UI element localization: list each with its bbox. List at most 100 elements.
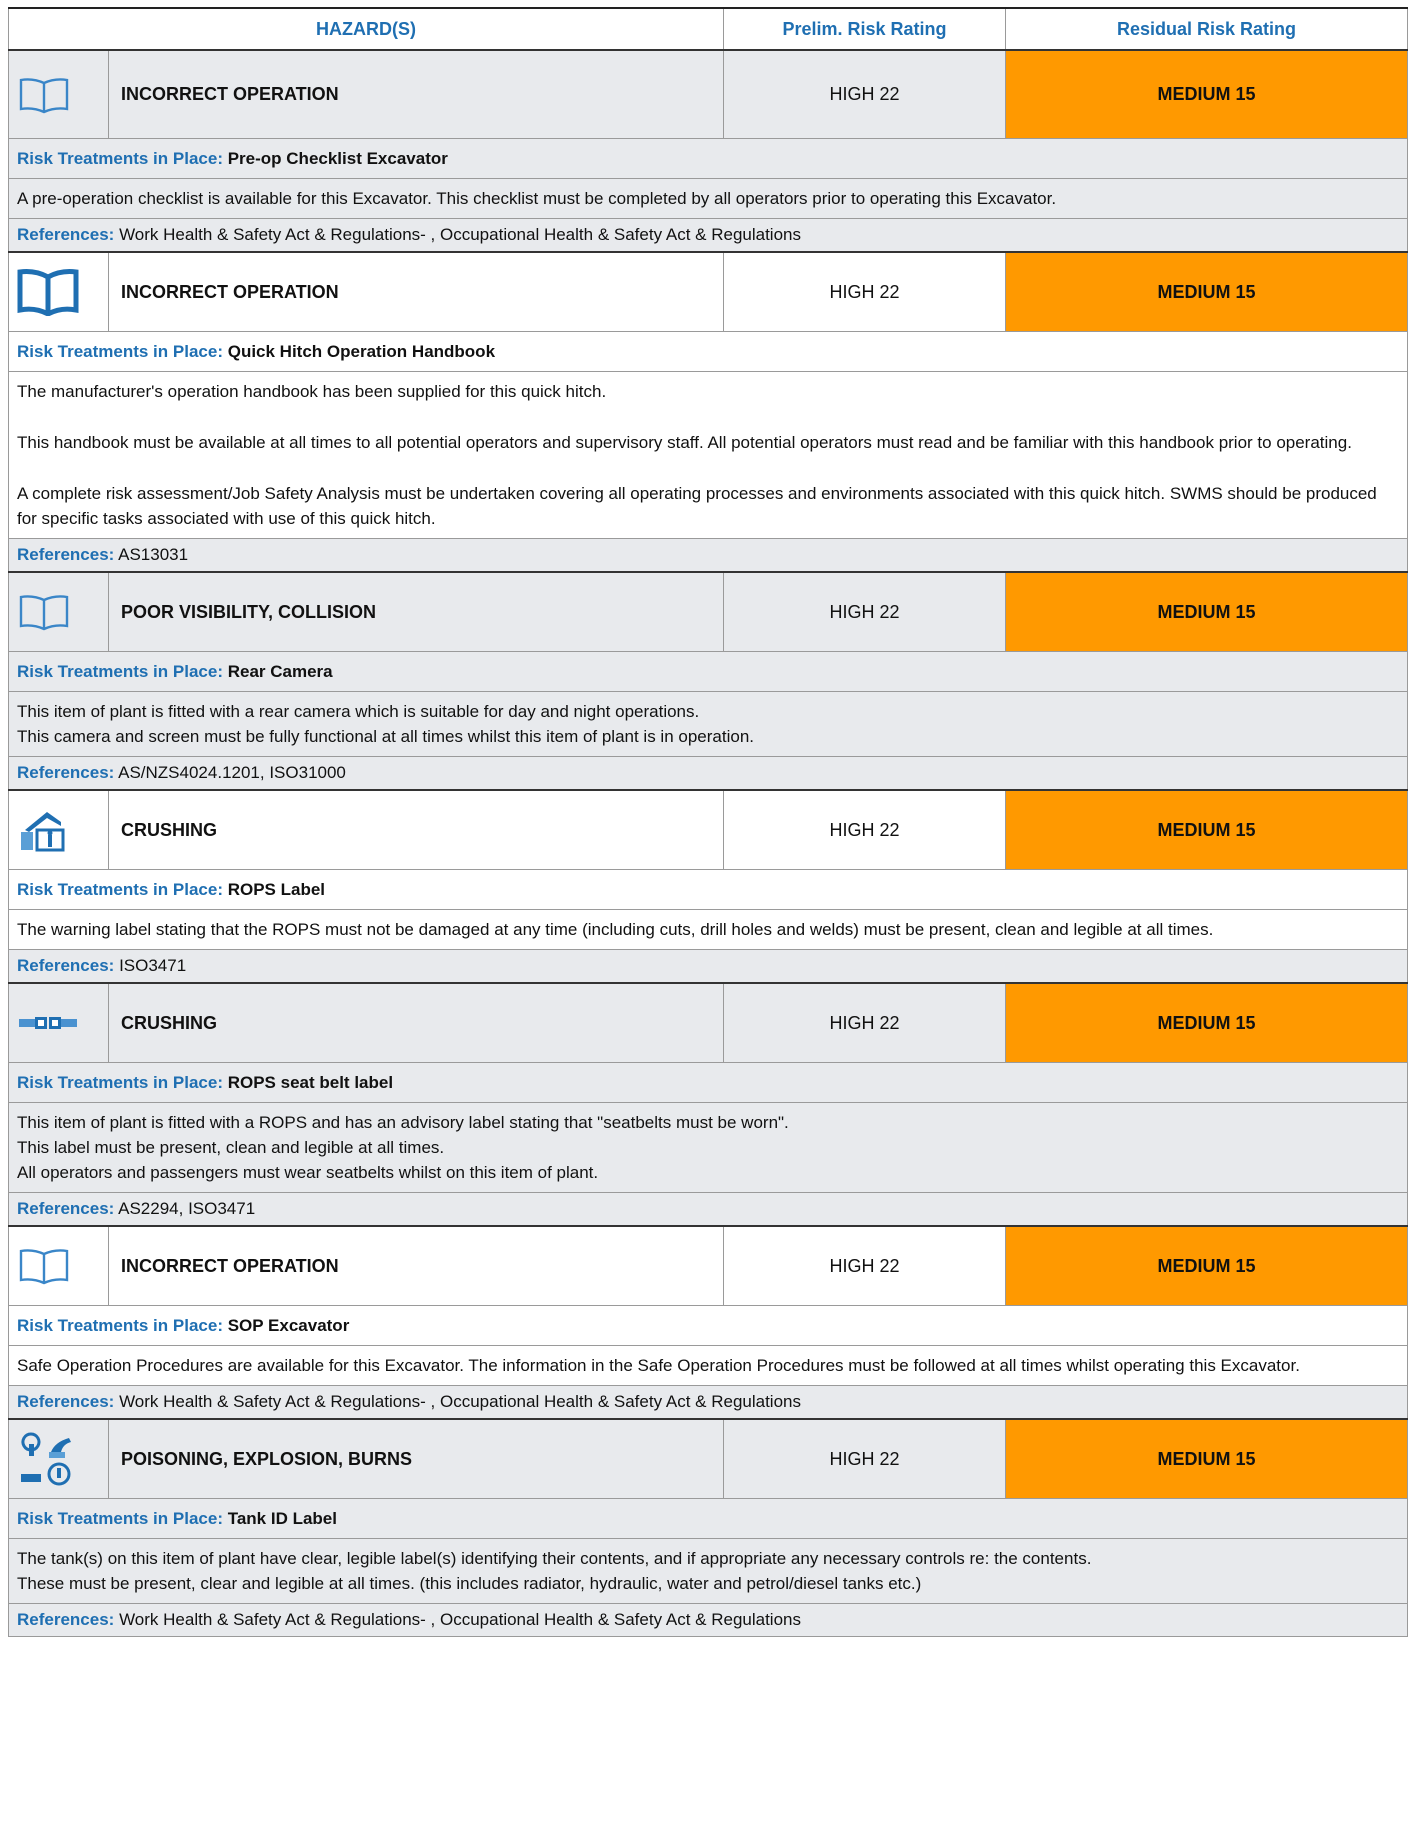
references-label: References:: [17, 225, 115, 244]
treatment-cell: Risk Treatments in Place: ROPS Label: [7, 869, 1408, 910]
treatment-row: Risk Treatments in Place: ROPS seat belt…: [7, 1062, 1408, 1103]
treatment-row: Risk Treatments in Place: Pre-op Checkli…: [7, 138, 1408, 179]
risk-register: HAZARD(S) Prelim. Risk Rating Residual R…: [7, 7, 1408, 1637]
hazard-name: INCORRECT OPERATION: [107, 251, 725, 332]
prelim-rating: HIGH 22: [723, 1418, 1007, 1499]
treatment-cell: Risk Treatments in Place: Tank ID Label: [7, 1498, 1408, 1539]
references-cell: References: Work Health & Safety Act & R…: [7, 1603, 1408, 1637]
references-cell: References: Work Health & Safety Act & R…: [7, 218, 1408, 253]
rops-label-icon: [17, 808, 108, 852]
hazard-name: CRUSHING: [107, 982, 725, 1063]
header-prelim-rating: Prelim. Risk Rating: [723, 7, 1007, 51]
table-header: HAZARD(S) Prelim. Risk Rating Residual R…: [7, 7, 1408, 51]
book-outline-icon: [17, 592, 108, 632]
description-row: This item of plant is fitted with a rear…: [7, 691, 1408, 757]
treatment-label: Risk Treatments in Place:: [17, 1315, 223, 1335]
references-label: References:: [17, 763, 115, 782]
references-row: References: Work Health & Safety Act & R…: [7, 218, 1408, 253]
references-value: AS2294, ISO3471: [118, 1199, 256, 1218]
description-text: This item of plant is fitted with a rear…: [17, 702, 755, 746]
seat-belt-icon: [17, 1013, 108, 1033]
residual-rating: MEDIUM 15: [1005, 251, 1408, 332]
references-label: References:: [17, 1199, 115, 1218]
references-row: References: AS2294, ISO3471: [7, 1192, 1408, 1227]
prelim-rating: HIGH 22: [723, 251, 1007, 332]
description-text: Safe Operation Procedures are available …: [17, 1356, 1300, 1375]
treatment-label: Risk Treatments in Place:: [17, 879, 223, 899]
treatment-row: Risk Treatments in Place: ROPS Label: [7, 869, 1408, 910]
hazard-row: CRUSHING HIGH 22 MEDIUM 15: [8, 982, 1408, 1063]
treatment-row: Risk Treatments in Place: SOP Excavator: [7, 1305, 1408, 1346]
treatment-name: Quick Hitch Operation Handbook: [227, 341, 496, 361]
hazard-icon-cell: [8, 982, 109, 1063]
tank-label-icon: [17, 1430, 108, 1488]
header-residual-rating: Residual Risk Rating: [1005, 7, 1408, 51]
references-value: Work Health & Safety Act & Regulations- …: [119, 1610, 801, 1629]
references-cell: References: AS2294, ISO3471: [7, 1192, 1408, 1227]
treatment-label: Risk Treatments in Place:: [17, 1508, 223, 1528]
hazard-icon-cell: [8, 251, 109, 332]
description-row: This item of plant is fitted with a ROPS…: [7, 1102, 1408, 1193]
description-row: Safe Operation Procedures are available …: [7, 1345, 1408, 1386]
prelim-rating: HIGH 22: [723, 789, 1007, 870]
treatment-name: Rear Camera: [227, 661, 333, 681]
treatment-name: Tank ID Label: [227, 1508, 337, 1528]
references-row: References: Work Health & Safety Act & R…: [7, 1385, 1408, 1420]
description-cell: Safe Operation Procedures are available …: [7, 1345, 1408, 1386]
residual-rating: MEDIUM 15: [1005, 49, 1408, 139]
residual-rating: MEDIUM 15: [1005, 982, 1408, 1063]
references-cell: References: AS/NZS4024.1201, ISO31000: [7, 756, 1408, 791]
prelim-rating: HIGH 22: [723, 982, 1007, 1063]
treatment-row: Risk Treatments in Place: Rear Camera: [7, 651, 1408, 692]
references-value: Work Health & Safety Act & Regulations- …: [119, 225, 801, 244]
treatment-name: SOP Excavator: [227, 1315, 350, 1335]
description-row: The warning label stating that the ROPS …: [7, 909, 1408, 950]
treatment-row: Risk Treatments in Place: Quick Hitch Op…: [7, 331, 1408, 372]
prelim-rating: HIGH 22: [723, 571, 1007, 652]
references-row: References: Work Health & Safety Act & R…: [7, 1603, 1408, 1637]
description-text: The manufacturer's operation handbook ha…: [17, 382, 607, 401]
treatment-cell: Risk Treatments in Place: Pre-op Checkli…: [7, 138, 1408, 179]
description-cell: This item of plant is fitted with a ROPS…: [7, 1102, 1408, 1193]
residual-rating: MEDIUM 15: [1005, 571, 1408, 652]
description-text: A complete risk assessment/Job Safety An…: [17, 484, 1377, 528]
hazard-row: INCORRECT OPERATION HIGH 22 MEDIUM 15: [8, 251, 1408, 332]
references-label: References:: [17, 1392, 115, 1411]
treatment-cell: Risk Treatments in Place: SOP Excavator: [7, 1305, 1408, 1346]
treatment-label: Risk Treatments in Place:: [17, 341, 223, 361]
residual-rating: MEDIUM 15: [1005, 789, 1408, 870]
references-label: References:: [17, 1610, 115, 1629]
description-text: This handbook must be available at all t…: [17, 433, 1352, 452]
description-row: The tank(s) on this item of plant have c…: [7, 1538, 1408, 1604]
treatment-name: ROPS seat belt label: [227, 1072, 394, 1092]
references-value: AS/NZS4024.1201, ISO31000: [118, 763, 346, 782]
residual-rating: MEDIUM 15: [1005, 1418, 1408, 1499]
description-text: This item of plant is fitted with a ROPS…: [17, 1113, 789, 1182]
prelim-rating: HIGH 22: [723, 49, 1007, 139]
references-cell: References: AS13031: [7, 538, 1408, 573]
hazard-rows: INCORRECT OPERATION HIGH 22 MEDIUM 15 Risk …: [7, 49, 1408, 1637]
hazard-table: HAZARD(S) Prelim. Risk Rating Residual R…: [7, 7, 1408, 1637]
treatment-label: Risk Treatments in Place:: [17, 661, 223, 681]
description-text: The warning label stating that the ROPS …: [17, 920, 1214, 939]
hazard-icon-cell: [8, 571, 109, 652]
book-filled-icon: [17, 268, 108, 316]
hazard-icon-cell: [8, 49, 109, 139]
description-text: A pre-operation checklist is available f…: [17, 189, 1057, 208]
hazard-name: POISONING, EXPLOSION, BURNS: [107, 1418, 725, 1499]
references-label: References:: [17, 956, 115, 975]
description-cell: The tank(s) on this item of plant have c…: [7, 1538, 1408, 1604]
description-cell: The warning label stating that the ROPS …: [7, 909, 1408, 950]
hazard-row: CRUSHING HIGH 22 MEDIUM 15: [8, 789, 1408, 870]
hazard-icon-cell: [8, 789, 109, 870]
hazard-name: INCORRECT OPERATION: [107, 1225, 725, 1306]
hazard-row: INCORRECT OPERATION HIGH 22 MEDIUM 15: [8, 1225, 1408, 1306]
references-value: AS13031: [118, 545, 189, 564]
treatment-cell: Risk Treatments in Place: Quick Hitch Op…: [7, 331, 1408, 372]
hazard-name: CRUSHING: [107, 789, 725, 870]
hazard-name: POOR VISIBILITY, COLLISION: [107, 571, 725, 652]
hazard-row: POISONING, EXPLOSION, BURNS HIGH 22 MEDIUM…: [8, 1418, 1408, 1499]
header-hazards: HAZARD(S): [7, 7, 725, 51]
description-cell: This item of plant is fitted with a rear…: [7, 691, 1408, 757]
hazard-row: POOR VISIBILITY, COLLISION HIGH 22 MEDIUM …: [8, 571, 1408, 652]
